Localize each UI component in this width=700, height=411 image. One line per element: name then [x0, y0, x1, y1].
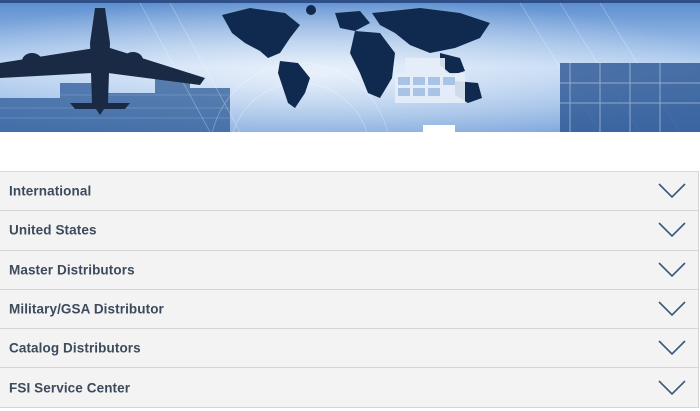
- chevron-down-icon[interactable]: [658, 301, 686, 317]
- hero-banner: [0, 0, 700, 132]
- accordion-item-military-gsa-distributor[interactable]: Military/GSA Distributor: [0, 289, 699, 330]
- chevron-down-icon[interactable]: [658, 183, 686, 199]
- accordion-item-master-distributors[interactable]: Master Distributors: [0, 250, 699, 290]
- accordion-item-label: International: [9, 183, 92, 199]
- accordion-item-catalog-distributors[interactable]: Catalog Distributors: [0, 329, 699, 369]
- chevron-down-icon[interactable]: [658, 222, 686, 238]
- accordion-item-united-states[interactable]: United States: [0, 211, 699, 251]
- accordion-item-label: Military/GSA Distributor: [9, 301, 164, 317]
- distributor-accordion: International United States Master Distr…: [0, 171, 699, 408]
- accordion-item-label: Master Distributors: [9, 262, 135, 278]
- world-logistics-banner-image: [0, 3, 700, 132]
- accordion-item-label: Catalog Distributors: [9, 340, 141, 356]
- accordion-item-international[interactable]: International: [0, 172, 699, 212]
- chevron-down-icon[interactable]: [658, 340, 686, 356]
- accordion-item-label: FSI Service Center: [9, 380, 131, 396]
- banner-spacer: [0, 132, 700, 171]
- chevron-down-icon[interactable]: [658, 380, 686, 396]
- accordion-item-label: United States: [9, 222, 97, 238]
- chevron-down-icon[interactable]: [658, 262, 686, 278]
- accordion-item-fsi-service-center[interactable]: FSI Service Center: [0, 368, 699, 408]
